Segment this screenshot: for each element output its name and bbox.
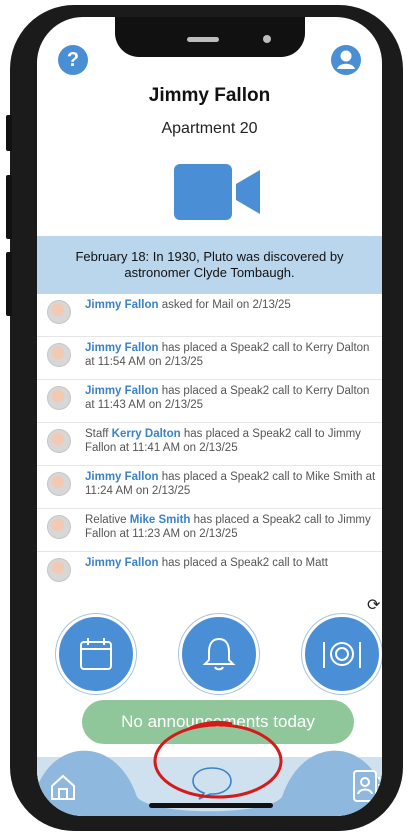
feed-name-link[interactable]: Mike Smith (130, 514, 191, 526)
contacts-icon (353, 770, 380, 802)
front-camera (263, 35, 271, 43)
contacts-tab[interactable] (351, 769, 381, 803)
video-call-button[interactable] (174, 164, 264, 220)
list-item[interactable]: Jimmy Fallon asked for Mail on 2/13/25 (37, 294, 382, 337)
notifications-button[interactable] (179, 614, 259, 694)
home-tab[interactable] (49, 773, 77, 801)
feed-text-prefix: Staff (85, 428, 112, 440)
volume-up-button (6, 175, 12, 239)
feed-text: asked for Mail on 2/13/25 (158, 299, 291, 311)
list-item[interactable]: Relative Mike Smith has placed a Speak2 … (37, 509, 382, 552)
avatar (47, 343, 71, 367)
red-circle-annotation (153, 720, 283, 799)
avatar (47, 515, 71, 539)
avatar (47, 429, 71, 453)
resident-name: Jimmy Fallon (148, 85, 271, 106)
bell-icon (202, 637, 236, 671)
dining-button[interactable] (302, 614, 382, 694)
fact-of-the-day-banner: February 18: In 1930, Pluto was discover… (37, 236, 382, 294)
calendar-icon (80, 638, 112, 670)
feed-text-prefix: Relative (85, 514, 130, 526)
feed-name-link[interactable]: Jimmy Fallon (85, 557, 159, 569)
app-screen: ? Jimmy Fallon Apartment 20 February 18:… (37, 17, 382, 816)
volume-down-button (6, 252, 12, 316)
home-indicator (149, 803, 273, 808)
feed-name-link[interactable]: Jimmy Fallon (85, 471, 159, 483)
plate-cutlery-icon (323, 642, 361, 668)
list-item[interactable]: Jimmy Fallon has placed a Speak2 call to… (37, 380, 382, 423)
feed-text: has placed a Speak2 call to Matt (158, 557, 328, 569)
video-camera-icon (174, 164, 260, 220)
activity-feed[interactable]: Jimmy Fallon asked for Mail on 2/13/25 J… (37, 294, 382, 587)
avatar (47, 472, 71, 496)
list-item[interactable]: Jimmy Fallon has placed a Speak2 call to… (37, 552, 382, 587)
phone-notch (115, 17, 305, 57)
avatar (47, 386, 71, 410)
feed-name-link[interactable]: Jimmy Fallon (85, 385, 159, 397)
refresh-icon[interactable]: ⟳ (367, 595, 380, 615)
calendar-button[interactable] (56, 614, 136, 694)
feed-name-link[interactable]: Jimmy Fallon (85, 299, 159, 311)
profile-icon[interactable] (331, 45, 361, 75)
list-item[interactable]: Jimmy Fallon has placed a Speak2 call to… (37, 337, 382, 380)
home-icon (51, 774, 75, 800)
list-item[interactable]: Staff Kerry Dalton has placed a Speak2 c… (37, 423, 382, 466)
mute-switch (6, 115, 12, 151)
help-icon[interactable]: ? (58, 45, 88, 75)
feed-name-link[interactable]: Kerry Dalton (112, 428, 181, 440)
avatar (47, 300, 71, 324)
feed-name-link[interactable]: Jimmy Fallon (85, 342, 159, 354)
speaker-grill (187, 37, 219, 42)
list-item[interactable]: Jimmy Fallon has placed a Speak2 call to… (37, 466, 382, 509)
apartment-label: Apartment 20 (161, 120, 258, 137)
avatar (47, 558, 71, 582)
